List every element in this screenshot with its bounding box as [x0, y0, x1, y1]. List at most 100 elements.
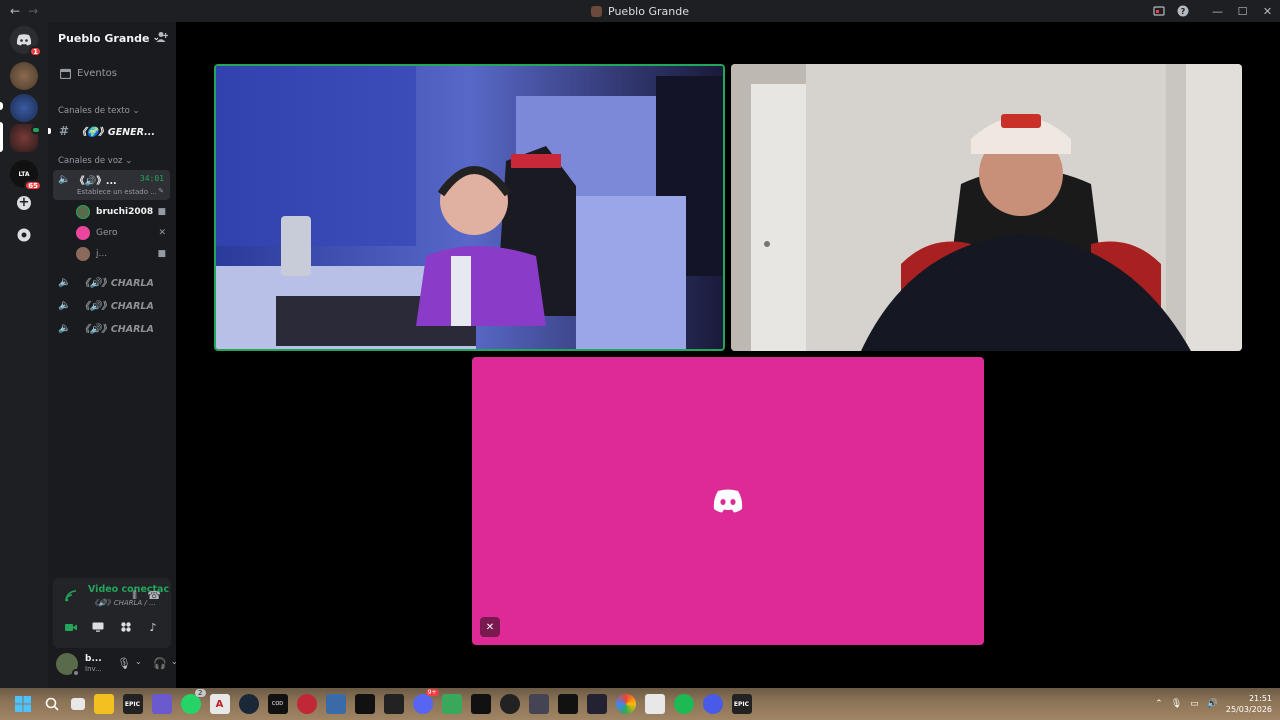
avatar[interactable]: [56, 653, 80, 677]
server-2[interactable]: [10, 94, 38, 122]
camera-button[interactable]: [59, 615, 83, 639]
task-view-icon[interactable]: [70, 698, 85, 710]
activities-button[interactable]: [114, 615, 138, 639]
game-icon[interactable]: [354, 694, 375, 714]
display-icon[interactable]: ▭: [1190, 699, 1199, 709]
acrobat-icon[interactable]: A: [209, 694, 230, 714]
app-icon[interactable]: [151, 694, 172, 714]
epic-games-icon[interactable]: EPIC: [122, 694, 143, 714]
volume-icon[interactable]: 🔊: [1207, 699, 1218, 709]
help-icon[interactable]: ?: [1171, 0, 1195, 22]
chevron-up-icon[interactable]: ⌃: [1155, 699, 1163, 709]
voice-action-row: ♪: [59, 615, 165, 641]
game-icon[interactable]: [383, 694, 404, 714]
server-rail: 1 LTA 65 +: [0, 22, 48, 688]
window-title: Pueblo Grande: [0, 5, 1280, 18]
events-label: Eventos: [77, 67, 117, 79]
discover-button[interactable]: [10, 221, 38, 249]
signal-icon[interactable]: [65, 590, 77, 605]
app-icon[interactable]: [499, 694, 520, 714]
spotify-icon[interactable]: [673, 694, 694, 714]
voice-category[interactable]: Canales de voz ⌄: [58, 156, 132, 166]
user-name: b...: [85, 654, 102, 664]
text-category[interactable]: Canales de texto ⌄: [58, 106, 140, 116]
home-badge: 1: [29, 46, 42, 57]
voice-user[interactable]: bruchi2008 ■: [76, 203, 168, 221]
video-feed: [216, 66, 723, 349]
voice-channel-charla[interactable]: 🔈 《🔊》CHARLA: [53, 318, 169, 338]
video-icon: ■: [157, 207, 166, 217]
status-indicator: [72, 669, 80, 677]
call-of-duty-icon[interactable]: COD: [267, 694, 288, 714]
chevron-down-icon: ⌄: [125, 156, 133, 166]
add-server-button[interactable]: +: [10, 189, 38, 217]
active-voice-channel[interactable]: 🔈 《🔊》... 34:01 Establece un estado ... ✎: [53, 170, 170, 200]
live-indicator: [31, 126, 41, 134]
microphone-icon[interactable]: 🎙: [117, 657, 131, 670]
game-icon[interactable]: [470, 694, 491, 714]
chrome-icon[interactable]: [615, 694, 636, 714]
microphone-icon[interactable]: 🎙: [1171, 699, 1182, 709]
screen-share-button[interactable]: [86, 615, 110, 639]
server-lta[interactable]: LTA 65: [10, 160, 42, 191]
selected-pill: [0, 122, 3, 152]
search-icon[interactable]: [42, 694, 62, 714]
channel-sidebar: Pueblo Grande ⌄ Eventos Canales de texto…: [48, 22, 203, 688]
svg-text:?: ?: [1181, 7, 1186, 16]
video-tile-3[interactable]: ✕: [472, 357, 984, 645]
video-tile-2[interactable]: [731, 64, 1242, 351]
game-icon[interactable]: [586, 694, 607, 714]
voice-channel-charla[interactable]: 🔈 《🔊》CHARLA: [53, 295, 169, 315]
discord-logo-icon: [713, 489, 743, 513]
discord-badge: 9+: [425, 689, 439, 696]
speaker-icon: 🔈: [58, 174, 71, 185]
window-title-text: Pueblo Grande: [608, 4, 689, 18]
app-icon[interactable]: [528, 694, 549, 714]
store-icon[interactable]: [644, 694, 665, 714]
speaker-icon: 🔈: [58, 299, 71, 311]
edit-icon[interactable]: ✎: [158, 187, 164, 195]
forward-button[interactable]: →: [28, 4, 38, 18]
discord-taskbar-icon[interactable]: 9+: [412, 689, 439, 714]
start-button[interactable]: [13, 694, 33, 714]
voice-status-text[interactable]: Establece un estado ...: [77, 188, 157, 196]
user-name-block[interactable]: b... Inv...: [85, 654, 102, 674]
app-icon[interactable]: [325, 694, 346, 714]
text-channel-general[interactable]: # 《🌍》GENER...: [48, 122, 171, 140]
maximize-button[interactable]: ☐: [1230, 0, 1255, 22]
windows-icon: [14, 696, 31, 712]
headphones-icon[interactable]: 🎧: [153, 657, 167, 670]
inbox-icon[interactable]: [1147, 0, 1171, 22]
server-header[interactable]: Pueblo Grande ⌄: [48, 22, 176, 54]
events-link[interactable]: Eventos: [53, 66, 171, 80]
app-icon[interactable]: [296, 694, 317, 714]
chevron-down-icon[interactable]: ⌄: [135, 657, 142, 666]
back-button[interactable]: ←: [10, 4, 20, 18]
noise-suppression-icon[interactable]: ⦀: [132, 589, 137, 603]
home-button[interactable]: 1: [10, 26, 42, 57]
file-explorer-icon[interactable]: [93, 694, 114, 714]
app-icon[interactable]: [702, 694, 723, 714]
app-icon[interactable]: [441, 694, 462, 714]
epic-games-icon[interactable]: EPIC: [731, 694, 752, 714]
voice-user[interactable]: j... ■: [76, 245, 168, 263]
voice-channel-link[interactable]: 《🔊》CHARLA / ...: [91, 598, 156, 608]
close-button[interactable]: ✕: [1255, 0, 1280, 22]
voice-connection-panel: Video conectac 《🔊》CHARLA / ... ⦀ ☎ ♪: [53, 578, 171, 648]
steam-icon[interactable]: [238, 694, 259, 714]
voice-channel-charla[interactable]: 🔈 《🔊》CHARLA: [53, 272, 169, 292]
server-3-active[interactable]: [10, 124, 41, 152]
soundboard-button[interactable]: ♪: [141, 615, 165, 639]
voice-user-name: Gero: [96, 228, 118, 238]
game-icon[interactable]: [557, 694, 578, 714]
whatsapp-icon[interactable]: 2: [180, 689, 206, 714]
add-member-icon[interactable]: [156, 31, 169, 46]
disconnect-icon[interactable]: ☎: [147, 589, 161, 602]
minimize-button[interactable]: —: [1205, 0, 1230, 22]
speaker-icon: 🔈: [58, 276, 71, 288]
clock[interactable]: 21:51 25/03/2026: [1226, 693, 1272, 715]
video-tile-1[interactable]: [214, 64, 725, 351]
server-1[interactable]: [10, 62, 38, 90]
voice-user[interactable]: Gero ✕: [76, 224, 168, 242]
server-icon: [591, 5, 603, 17]
